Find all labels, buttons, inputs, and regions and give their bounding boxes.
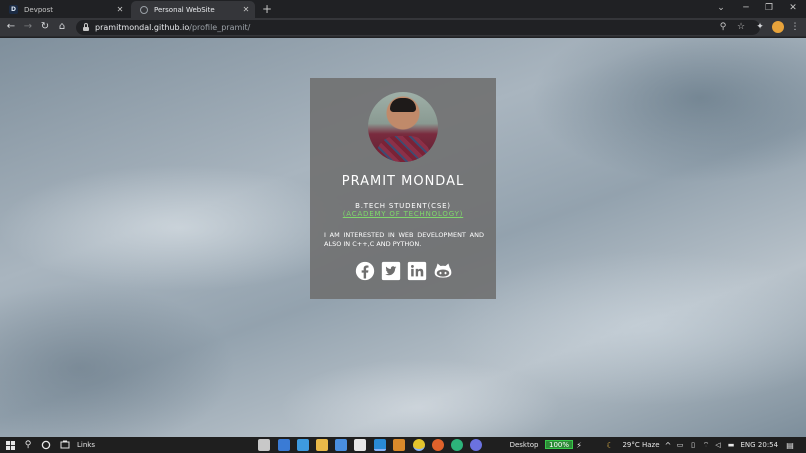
microphone-icon[interactable]: ▯ <box>689 438 697 452</box>
windows-start-icon[interactable] <box>4 438 16 452</box>
edge-icon[interactable] <box>451 439 463 451</box>
forward-button[interactable]: → <box>21 20 35 34</box>
vscode-icon[interactable] <box>374 439 386 451</box>
weather-widget[interactable]: 29°C Haze <box>620 438 662 452</box>
power-plug-icon[interactable]: ⚡ <box>575 438 583 452</box>
facebook-icon[interactable] <box>354 261 375 281</box>
language-indicator[interactable]: ENG <box>739 438 757 452</box>
tab-search-icon[interactable]: ⌄ <box>710 0 732 16</box>
file-explorer-icon[interactable] <box>316 439 328 451</box>
search-icon[interactable]: ⚲ <box>22 438 34 452</box>
browser-toolbar: ← → ↻ ⌂ pramitmondal.github.io/profile_p… <box>0 18 806 37</box>
lock-icon[interactable] <box>83 22 89 31</box>
college-link[interactable]: (ACADEMY OF TECHNOLOGY) <box>310 210 496 218</box>
zoom-search-icon[interactable]: ⚲ <box>717 21 729 33</box>
home-button[interactable]: ⌂ <box>55 20 69 34</box>
windows-taskbar: ⚲ Links Desktop 100% ⚡ ☾ 29°C Haze ^ ▭ ▯… <box>0 437 806 453</box>
restore-button[interactable]: ❐ <box>758 0 780 16</box>
discord-icon[interactable] <box>470 439 482 451</box>
sublime-icon[interactable] <box>393 439 405 451</box>
firefox-icon[interactable] <box>432 439 444 451</box>
linkedin-icon[interactable] <box>407 261 428 281</box>
profile-card: PRAMIT MONDAL B.TECH STUDENT(CSE) (ACADE… <box>310 78 496 299</box>
minimize-button[interactable]: ─ <box>735 0 757 16</box>
twitter-icon[interactable] <box>380 261 401 281</box>
devpost-favicon-icon: D <box>9 5 18 14</box>
chevron-up-icon[interactable]: ^ <box>664 438 672 452</box>
reload-button[interactable]: ↻ <box>38 20 52 34</box>
url-path: /profile_pramit/ <box>189 23 251 32</box>
ms-store-icon[interactable] <box>297 439 309 451</box>
store-bag-icon[interactable] <box>258 439 270 451</box>
tab-title: Devpost <box>24 5 53 14</box>
address-bar[interactable]: pramitmondal.github.io/profile_pramit/ ⚲… <box>76 20 760 35</box>
moon-weather-icon[interactable]: ☾ <box>605 438 615 452</box>
battery-tray-icon[interactable]: ▬ <box>727 438 735 452</box>
close-tab-icon[interactable]: ✕ <box>241 5 251 14</box>
bookmark-star-icon[interactable]: ☆ <box>735 21 747 33</box>
battery-indicator[interactable]: 100% <box>545 440 573 449</box>
close-tab-icon[interactable]: ✕ <box>115 5 125 14</box>
back-button[interactable]: ← <box>4 20 18 34</box>
profile-degree: B.TECH STUDENT(CSE) <box>355 202 451 210</box>
globe-favicon-icon <box>140 5 148 14</box>
tab-title: Personal WebSite <box>154 5 215 14</box>
profile-bio: I AM INTERESTED IN WEB DEVELOPMENT AND A… <box>324 231 484 248</box>
cortana-icon[interactable] <box>40 438 52 452</box>
wifi-icon[interactable]: ⌔ <box>702 438 710 452</box>
notification-icon[interactable]: ▤ <box>785 438 795 452</box>
task-view-icon[interactable] <box>59 438 71 452</box>
clock[interactable]: 20:54 <box>758 438 778 452</box>
chrome-icon[interactable] <box>413 439 425 451</box>
profile-avatar[interactable] <box>772 21 784 33</box>
url-domain: pramitmondal.github.io <box>95 23 190 32</box>
page-viewport: PRAMIT MONDAL B.TECH STUDENT(CSE) (ACADE… <box>0 38 806 437</box>
extensions-icon[interactable]: ✦ <box>753 20 767 34</box>
profile-photo <box>368 92 438 162</box>
menu-icon[interactable]: ⋮ <box>788 20 802 34</box>
mail-icon[interactable] <box>278 439 290 451</box>
device-icon[interactable]: ▭ <box>676 438 684 452</box>
new-tab-button[interactable]: + <box>261 2 273 16</box>
notepad-icon[interactable] <box>354 439 366 451</box>
close-window-button[interactable]: ✕ <box>782 0 804 16</box>
calendar-app-icon[interactable] <box>335 439 347 451</box>
volume-icon[interactable]: ◁ <box>714 438 722 452</box>
tab-devpost[interactable]: D Devpost ✕ <box>0 1 129 18</box>
github-icon[interactable] <box>433 261 454 281</box>
social-links <box>354 261 454 281</box>
profile-name: PRAMIT MONDAL <box>341 174 465 189</box>
links-toolbar[interactable]: Links <box>76 438 96 452</box>
tab-strip: D Devpost ✕ Personal WebSite ✕ + ⌄ ─ ❐ ✕ <box>0 0 806 18</box>
desktop-toolbar[interactable]: Desktop <box>510 438 539 452</box>
tab-personal-website[interactable]: Personal WebSite ✕ <box>131 1 255 18</box>
